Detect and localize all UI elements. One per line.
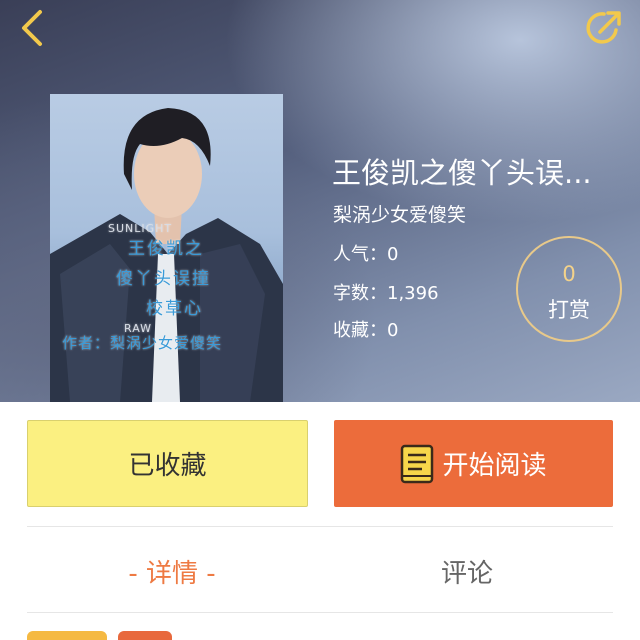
category-tag[interactable] [118, 631, 172, 640]
book-header: SUNLIGHT RAW 王俊凯之 傻丫头误撞 校草心 作者：梨涡少女爱傻笑 王… [0, 0, 640, 402]
popularity-stat: 人气：0 [333, 244, 399, 265]
reward-button[interactable]: 0 打赏 [516, 236, 622, 342]
book-author[interactable]: 梨涡少女爱傻笑 [333, 200, 466, 227]
tab-details[interactable]: - 详情 - [92, 553, 252, 590]
favorited-label: 已收藏 [128, 451, 207, 481]
divider [27, 612, 613, 613]
chevron-left-icon [22, 10, 42, 46]
share-icon [586, 11, 621, 44]
cover-title-line-2: 傻丫头误撞 [116, 269, 211, 289]
start-reading-label: 开始阅读 [442, 451, 547, 481]
start-reading-button[interactable]: 开始阅读 [334, 420, 613, 507]
divider [27, 526, 613, 527]
reward-count: 0 [562, 262, 576, 286]
cover-title-line-3: 校草心 [146, 299, 203, 319]
favorited-button[interactable]: 已收藏 [27, 420, 308, 507]
category-tag[interactable] [27, 631, 107, 640]
back-button[interactable] [14, 8, 54, 48]
reward-label: 打赏 [548, 298, 590, 322]
favorites-stat: 收藏：0 [333, 320, 399, 341]
cover-author-line: 作者：梨涡少女爱傻笑 [62, 334, 223, 352]
book-cover[interactable]: SUNLIGHT RAW 王俊凯之 傻丫头误撞 校草心 作者：梨涡少女爱傻笑 [50, 94, 283, 402]
tab-comments[interactable]: 评论 [387, 553, 547, 590]
cover-title-line-1: 王俊凯之 [128, 239, 204, 259]
word-count-stat: 字数：1,396 [333, 283, 439, 304]
book-title: 王俊凯之傻丫头误... [332, 156, 592, 190]
book-icon [401, 444, 434, 483]
share-button[interactable] [582, 6, 626, 50]
